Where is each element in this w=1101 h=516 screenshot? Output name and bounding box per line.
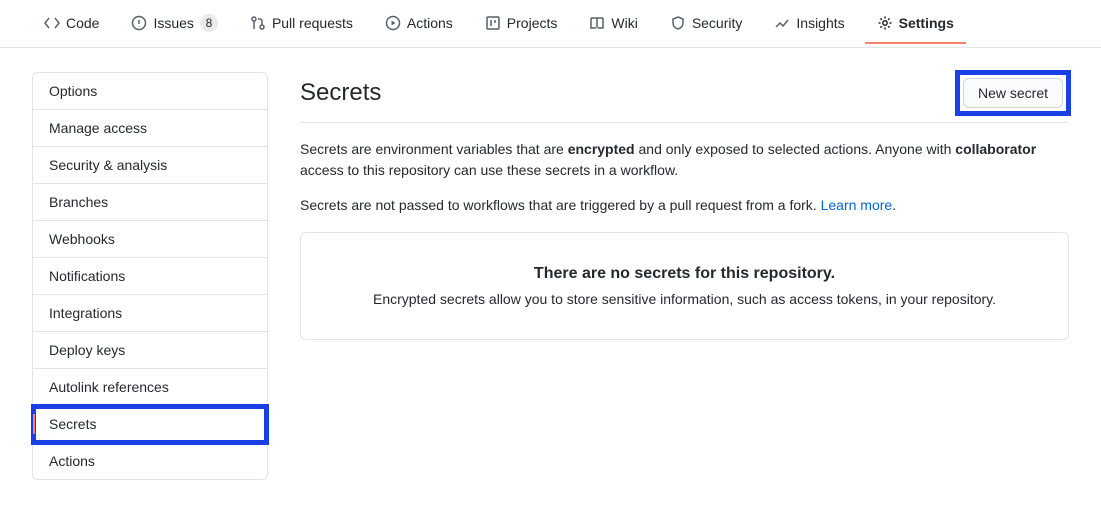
sidebar-item-notifications[interactable]: Notifications xyxy=(33,258,267,295)
tab-code[interactable]: Code xyxy=(32,3,111,44)
tab-label: Wiki xyxy=(611,15,637,31)
issue-icon xyxy=(131,15,147,31)
repo-topnav: Code Issues 8 Pull requests Actions Proj… xyxy=(0,0,1101,48)
sidebar-item-integrations[interactable]: Integrations xyxy=(33,295,267,332)
sidebar-item-label: Manage access xyxy=(49,120,147,136)
project-icon xyxy=(485,15,501,31)
tab-security[interactable]: Security xyxy=(658,3,755,44)
page-header: Secrets New secret xyxy=(300,72,1069,123)
tab-label: Projects xyxy=(507,15,558,31)
sidebar-item-webhooks[interactable]: Webhooks xyxy=(33,221,267,258)
shield-icon xyxy=(670,15,686,31)
tab-label: Actions xyxy=(407,15,453,31)
tab-label: Issues xyxy=(153,15,193,31)
sidebar-item-label: Actions xyxy=(49,453,95,469)
sidebar-item-label: Integrations xyxy=(49,305,122,321)
tab-projects[interactable]: Projects xyxy=(473,3,570,44)
tab-settings[interactable]: Settings xyxy=(865,3,966,44)
new-secret-highlight: New secret xyxy=(957,72,1069,114)
settings-main: Secrets New secret Secrets are environme… xyxy=(300,72,1069,340)
tab-issues[interactable]: Issues 8 xyxy=(119,2,229,45)
settings-layout: Options Manage access Security & analysi… xyxy=(0,48,1101,504)
empty-state-description: Encrypted secrets allow you to store sen… xyxy=(325,291,1044,307)
play-icon xyxy=(385,15,401,31)
sidebar-item-autolink-references[interactable]: Autolink references xyxy=(33,369,267,406)
git-pull-request-icon xyxy=(250,15,266,31)
secrets-description-2: Secrets are not passed to workflows that… xyxy=(300,195,1069,216)
tab-label: Security xyxy=(692,15,743,31)
sidebar-item-label: Security & analysis xyxy=(49,157,167,173)
sidebar-item-secrets[interactable]: Secrets xyxy=(33,406,267,443)
new-secret-button[interactable]: New secret xyxy=(963,78,1063,108)
tab-label: Pull requests xyxy=(272,15,353,31)
sidebar-item-branches[interactable]: Branches xyxy=(33,184,267,221)
tab-wiki[interactable]: Wiki xyxy=(577,3,649,44)
empty-state: There are no secrets for this repository… xyxy=(300,232,1069,340)
sidebar-item-options[interactable]: Options xyxy=(33,73,267,110)
book-icon xyxy=(589,15,605,31)
sidebar-item-label: Webhooks xyxy=(49,231,115,247)
sidebar-item-label: Autolink references xyxy=(49,379,169,395)
sidebar-item-label: Secrets xyxy=(49,416,96,432)
tab-pull-requests[interactable]: Pull requests xyxy=(238,3,365,44)
tab-actions[interactable]: Actions xyxy=(373,3,465,44)
sidebar-item-actions[interactable]: Actions xyxy=(33,443,267,479)
sidebar-item-security-analysis[interactable]: Security & analysis xyxy=(33,147,267,184)
learn-more-link[interactable]: Learn more xyxy=(821,197,893,213)
tab-label: Code xyxy=(66,15,99,31)
tab-label: Insights xyxy=(796,15,844,31)
sidebar-item-label: Options xyxy=(49,83,97,99)
secrets-description-1: Secrets are environment variables that a… xyxy=(300,139,1069,181)
tab-label: Settings xyxy=(899,15,954,31)
sidebar-item-manage-access[interactable]: Manage access xyxy=(33,110,267,147)
issues-count-badge: 8 xyxy=(200,14,218,32)
sidebar-item-label: Deploy keys xyxy=(49,342,125,358)
tab-insights[interactable]: Insights xyxy=(762,3,856,44)
sidebar-item-label: Notifications xyxy=(49,268,125,284)
sidebar-item-deploy-keys[interactable]: Deploy keys xyxy=(33,332,267,369)
empty-state-title: There are no secrets for this repository… xyxy=(325,265,1044,283)
code-icon xyxy=(44,15,60,31)
graph-icon xyxy=(774,15,790,31)
page-title: Secrets xyxy=(300,79,381,107)
settings-sidebar: Options Manage access Security & analysi… xyxy=(32,72,268,480)
sidebar-item-label: Branches xyxy=(49,194,108,210)
gear-icon xyxy=(877,15,893,31)
